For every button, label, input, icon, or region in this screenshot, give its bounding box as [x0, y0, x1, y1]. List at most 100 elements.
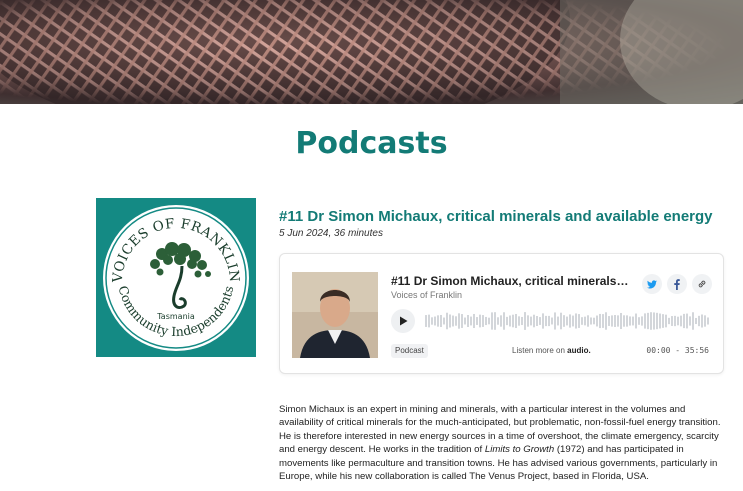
waveform-bar: [437, 315, 439, 327]
waveform-bar: [557, 316, 559, 326]
listen-more-label: Listen more on: [512, 346, 565, 355]
waveform-bar: [479, 314, 481, 328]
player-show-name[interactable]: Voices of Franklin: [391, 290, 462, 300]
waveform-bar: [509, 315, 511, 327]
waveform-bar: [578, 314, 580, 328]
waveform-bar: [533, 314, 535, 328]
waveform-bar: [623, 315, 625, 327]
waveform-bar: [518, 316, 520, 326]
waveform-bar: [611, 315, 613, 327]
waveform-bar: [659, 313, 661, 329]
waveform-bar: [446, 312, 448, 330]
waveform-bar: [695, 317, 697, 325]
waveform-bar: [473, 313, 475, 329]
waveform-bar: [530, 316, 532, 326]
waveform-bar: [665, 314, 667, 328]
audio-brand-logo: audio.: [567, 346, 591, 355]
waveform-bar: [593, 317, 595, 325]
waveform-bar: [707, 317, 709, 325]
player-episode-title[interactable]: #11 Dr Simon Michaux, critical minerals …: [391, 274, 631, 288]
waveform-bar: [461, 314, 463, 328]
waveform-bar: [644, 313, 646, 329]
waveform-bar: [608, 316, 610, 326]
waveform-bar: [626, 315, 628, 327]
twitter-icon: [647, 279, 657, 288]
waveform-bar: [524, 312, 526, 330]
waveform-bar: [584, 316, 586, 326]
waveform-bar: [506, 316, 508, 326]
link-icon: [698, 280, 706, 288]
waveform-bar: [596, 315, 598, 327]
waveform-bar: [638, 317, 640, 325]
waveform-bar: [551, 317, 553, 325]
waveform-bar: [566, 316, 568, 326]
episode-description: Simon Michaux is an expert in mining and…: [279, 403, 731, 483]
waveform-bar: [650, 312, 652, 330]
hero-banner-image: [0, 0, 743, 104]
waveform-bar: [674, 315, 676, 327]
waveform-bar: [545, 315, 547, 327]
waveform-bar: [701, 314, 703, 328]
waveform-bar: [440, 314, 442, 328]
waveform-bar: [647, 312, 649, 330]
waveform-bar: [683, 313, 685, 329]
microphone-grille-graphic: [0, 0, 743, 104]
waveform-bar: [671, 316, 673, 326]
waveform-bar: [548, 315, 550, 327]
waveform-bar: [569, 314, 571, 328]
twitter-share-button[interactable]: [642, 274, 662, 294]
waveform-bar: [431, 317, 433, 325]
waveform-bar: [587, 315, 589, 327]
copy-link-button[interactable]: [692, 274, 712, 294]
waveform-bar: [581, 317, 583, 325]
waveform-bar: [485, 316, 487, 326]
waveform-bar: [458, 313, 460, 329]
waveform-bar: [617, 315, 619, 327]
waveform-bar: [680, 315, 682, 327]
waveform-bar: [512, 314, 514, 328]
waveform-bar: [443, 317, 445, 325]
waveform-bar: [536, 316, 538, 326]
waveform-bar: [434, 316, 436, 326]
waveform-bar: [656, 312, 658, 330]
waveform-bar: [470, 316, 472, 326]
waveform-bar: [476, 317, 478, 325]
waveform-bar: [575, 313, 577, 329]
waveform-bar: [692, 312, 694, 330]
waveform-bar: [572, 315, 574, 327]
facebook-share-button[interactable]: [667, 274, 687, 294]
episode-title[interactable]: #11 Dr Simon Michaux, critical minerals …: [279, 208, 713, 225]
facebook-icon: [674, 278, 680, 290]
listen-more-link[interactable]: Listen more on audio.: [512, 346, 591, 355]
waveform-bar: [602, 314, 604, 328]
playback-time: 00:00 - 35:56: [646, 346, 709, 355]
waveform-bar: [689, 316, 691, 326]
waveform-bar: [464, 317, 466, 325]
svg-text:Tasmania: Tasmania: [156, 312, 195, 321]
waveform-bar: [629, 316, 631, 326]
waveform-bar: [449, 314, 451, 328]
waveform-bar: [599, 313, 601, 329]
episode-meta: 5 Jun 2024, 36 minutes: [279, 228, 383, 239]
waveform-bar: [539, 317, 541, 325]
waveform-bar: [641, 316, 643, 326]
play-button[interactable]: [391, 309, 415, 333]
play-icon: [399, 316, 407, 326]
waveform-bar: [653, 312, 655, 330]
waveform-bar: [494, 312, 496, 330]
waveform-bar: [614, 315, 616, 327]
audio-waveform-scrubber[interactable]: [425, 311, 709, 331]
waveform-bar: [662, 314, 664, 328]
waveform-bar: [455, 316, 457, 326]
waveform-bar: [425, 315, 427, 327]
waveform-bar: [491, 312, 493, 330]
waveform-bar: [428, 314, 430, 328]
waveform-bar: [668, 317, 670, 325]
waveform-bar: [488, 317, 490, 325]
waveform-bar: [704, 315, 706, 327]
waveform-bar: [686, 313, 688, 329]
waveform-bar: [467, 315, 469, 327]
podcast-tag[interactable]: Podcast: [391, 344, 428, 358]
waveform-bar: [560, 312, 562, 330]
waveform-bar: [605, 312, 607, 330]
